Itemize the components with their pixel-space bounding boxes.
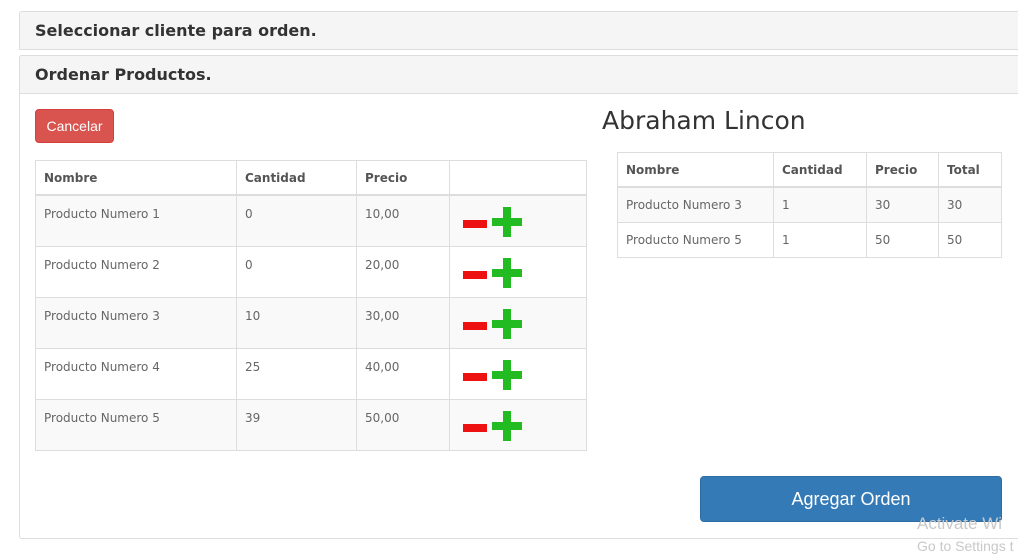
product-name: Producto Numero 2 [35, 245, 237, 298]
column-header-nombre: Nombre [617, 152, 774, 188]
column-header-actions [449, 160, 587, 196]
table-row: Producto Numero 5 1 50 50 [617, 222, 1002, 258]
table-row: Producto Numero 3 1 30 30 [617, 186, 1002, 223]
minus-icon[interactable] [463, 372, 487, 381]
plus-icon[interactable] [492, 308, 522, 339]
product-actions [449, 194, 587, 247]
order-item-name: Producto Numero 5 [617, 222, 774, 258]
minus-icon[interactable] [463, 220, 487, 228]
windows-activation-watermark: Activate Wi Go to Settings t [917, 513, 1014, 557]
order-item-total: 30 [938, 186, 1002, 223]
order-item-name: Producto Numero 3 [617, 186, 774, 223]
column-header-nombre: Nombre [35, 160, 237, 196]
order-products-panel-header[interactable]: Ordenar Productos. [19, 55, 1018, 94]
minus-icon[interactable] [463, 423, 487, 432]
product-actions [449, 347, 587, 400]
order-item-price: 30 [866, 186, 939, 223]
product-quantity: 25 [236, 347, 357, 400]
product-quantity: 0 [236, 245, 357, 298]
order-item-quantity: 1 [773, 186, 867, 223]
product-price: 20,00 [356, 245, 450, 298]
table-row: Producto Numero 3 10 30,00 [35, 296, 587, 349]
product-price: 30,00 [356, 296, 450, 349]
column-header-precio: Precio [356, 160, 450, 196]
product-quantity: 10 [236, 296, 357, 349]
column-header-cantidad: Cantidad [236, 160, 357, 196]
products-table-header: Nombre Cantidad Precio [35, 160, 587, 196]
watermark-line-1: Activate Wi [917, 514, 1003, 533]
minus-icon[interactable] [463, 321, 487, 330]
order-products-title: Ordenar Productos. [35, 65, 212, 84]
watermark-line-2: Go to Settings t [917, 538, 1014, 554]
table-row: Producto Numero 5 39 50,00 [35, 398, 587, 451]
order-item-quantity: 1 [773, 222, 867, 258]
order-table-header: Nombre Cantidad Precio Total [617, 152, 1002, 188]
cancel-button[interactable]: Cancelar [35, 109, 114, 143]
minus-icon[interactable] [463, 270, 487, 279]
product-price: 50,00 [356, 398, 450, 451]
product-name: Producto Numero 1 [35, 194, 237, 247]
product-price: 40,00 [356, 347, 450, 400]
product-quantity: 0 [236, 194, 357, 247]
product-actions [449, 245, 587, 298]
table-row: Producto Numero 2 0 20,00 [35, 245, 587, 298]
column-header-precio: Precio [866, 152, 939, 188]
column-header-total: Total [938, 152, 1002, 188]
product-name: Producto Numero 3 [35, 296, 237, 349]
client-name: Abraham Lincon [602, 106, 806, 135]
table-row: Producto Numero 4 25 40,00 [35, 347, 587, 400]
product-actions [449, 296, 587, 349]
product-name: Producto Numero 4 [35, 347, 237, 400]
product-quantity: 39 [236, 398, 357, 451]
products-table: Nombre Cantidad Precio Producto Numero 1… [35, 160, 587, 451]
select-client-panel-header[interactable]: Seleccionar cliente para orden. [19, 11, 1018, 50]
order-item-price: 50 [866, 222, 939, 258]
plus-icon[interactable] [492, 410, 522, 441]
product-name: Producto Numero 5 [35, 398, 237, 451]
column-header-cantidad: Cantidad [773, 152, 867, 188]
product-price: 10,00 [356, 194, 450, 247]
order-summary-table: Nombre Cantidad Precio Total Producto Nu… [617, 152, 1002, 258]
product-actions [449, 398, 587, 451]
plus-icon[interactable] [492, 359, 522, 390]
select-client-title: Seleccionar cliente para orden. [35, 21, 317, 40]
plus-icon[interactable] [492, 257, 522, 288]
order-item-total: 50 [938, 222, 1002, 258]
plus-icon[interactable] [492, 207, 522, 237]
table-row: Producto Numero 1 0 10,00 [35, 194, 587, 247]
